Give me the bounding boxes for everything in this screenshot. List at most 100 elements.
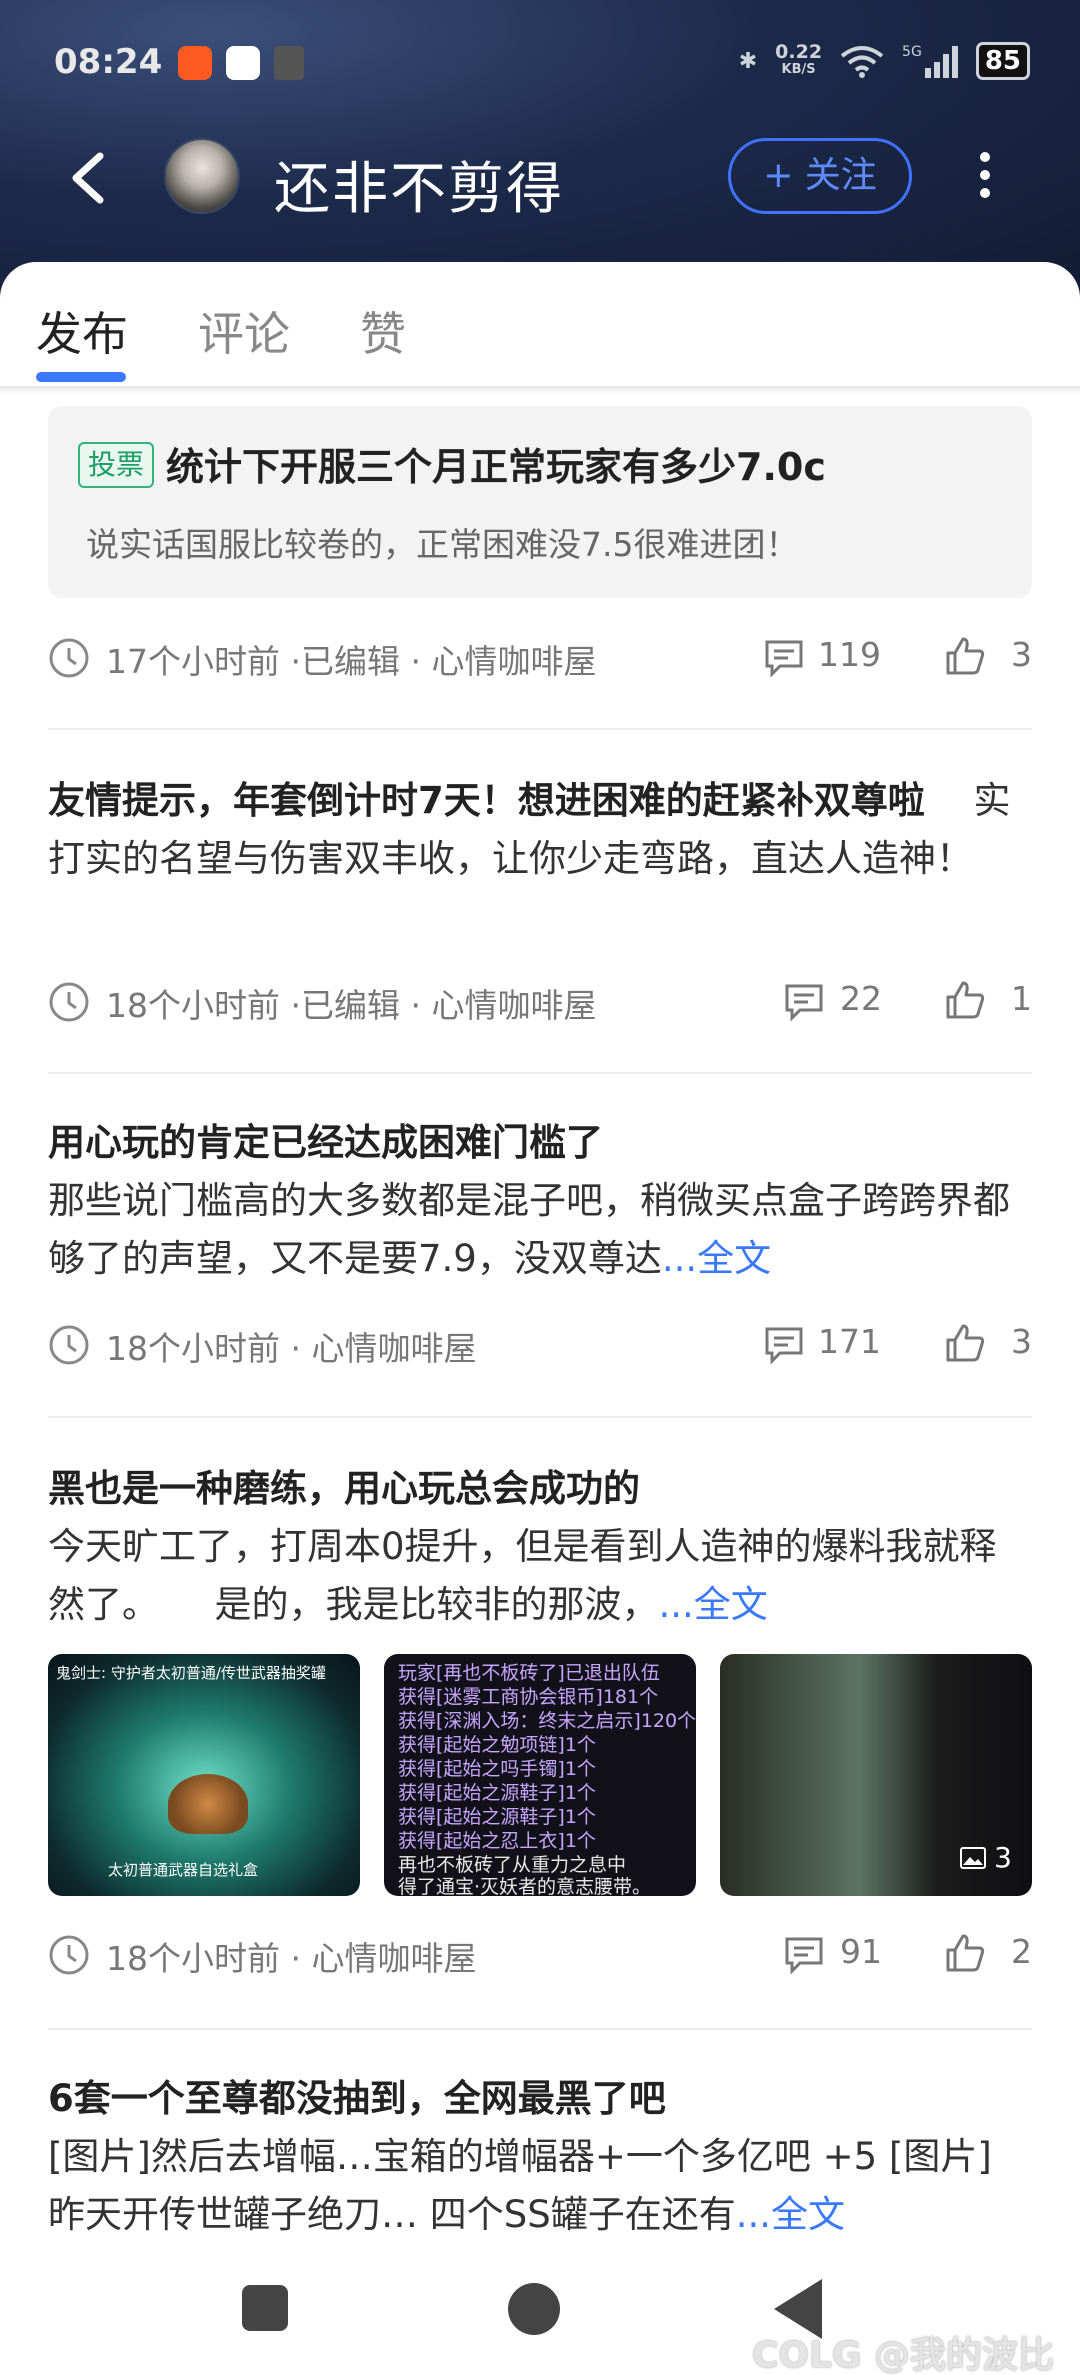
profile-username: 还非不剪得 <box>274 157 564 222</box>
post-time: 18个小时前 · 心情咖啡屋 <box>106 1329 477 1368</box>
post-time: 18个小时前 · 心情咖啡屋 <box>106 1939 477 1978</box>
like-icon[interactable] <box>944 1932 986 1974</box>
comment-icon[interactable] <box>764 639 804 677</box>
status-bar: 08:24 ✱ 0.22 KB/S 5G 85 <box>0 34 1080 94</box>
post-body-wrap: 那些说门槛高的大多数都是混子吧，稍微买点盒子跨跨界都够了的声望，又不是要7.9，… <box>48 1172 1032 1288</box>
vote-post-card[interactable]: 投票 统计下开服三个月正常玩家有多少7.0c 说实话国服比较卷的，正常困难没7.… <box>48 406 1032 598</box>
image-log-line: 得了通宝·灭妖者的意志腰带。 <box>398 1876 652 1896</box>
like-count: 3 <box>1011 1322 1032 1361</box>
comment-icon[interactable] <box>764 1326 804 1364</box>
vote-badge: 投票 <box>78 442 154 488</box>
image-log-line: 获得[深渊入场：终末之启示]120个 <box>398 1710 696 1732</box>
post-image[interactable]: 鬼剑士: 守护者太初普通/传世武器抽奖罐 太初普通武器自选礼盒 <box>48 1654 360 1896</box>
image-log-line: 获得[起始之勉项链]1个 <box>398 1734 596 1756</box>
clock-icon <box>49 982 89 1022</box>
image-log-line: 获得[起始之吗手镯]1个 <box>398 1758 596 1780</box>
post-title: 统计下开服三个月正常玩家有多少7.0c <box>166 445 826 489</box>
more-options-icon[interactable] <box>970 146 1000 206</box>
battery-level: 85 <box>975 42 1030 80</box>
like-count: 2 <box>1011 1932 1032 1971</box>
clock-icon <box>49 638 89 678</box>
status-indicators: ✱ 0.22 KB/S 5G 85 <box>739 42 1030 80</box>
post-time: 17个小时前 ·已编辑 · 心情咖啡屋 <box>106 642 597 681</box>
post-meta: 18个小时前 ·已编辑 · 心情咖啡屋 22 1 <box>48 977 1032 1027</box>
back-arrow-icon[interactable] <box>60 148 120 208</box>
comment-count: 119 <box>818 635 881 674</box>
post-time: 18个小时前 ·已编辑 · 心情咖啡屋 <box>106 986 597 1025</box>
status-time: 08:24 <box>54 42 163 82</box>
post-body-wrap: [图片]然后去增幅…宝箱的增幅器+一个多亿吧 +5 [图片] 昨天开传世罐子绝刀… <box>48 2128 1032 2244</box>
post-card[interactable]: 6套一个至尊都没抽到，全网最黑了吧 [图片]然后去增幅…宝箱的增幅器+一个多亿吧… <box>48 2070 1032 2244</box>
watermark: COLG @我的波比 <box>752 2335 1055 2375</box>
follow-button[interactable]: + 关注 <box>728 138 912 214</box>
image-header-text: 鬼剑士: 守护者太初普通/传世武器抽奖罐 <box>56 1664 326 1682</box>
comment-icon[interactable] <box>784 1936 824 1974</box>
tabs-divider <box>0 386 1080 394</box>
like-count: 3 <box>1011 635 1032 674</box>
active-tab-indicator <box>36 372 126 382</box>
post-card[interactable]: 黑也是一种磨练，用心玩总会成功的 今天旷工了，打周本0提升，但是看到人造神的爆料… <box>48 1460 1032 1634</box>
net-speed-unit: KB/S <box>781 62 816 77</box>
clock-icon <box>49 1935 89 1975</box>
post-title: 友情提示，年套倒计时7天！想进困难的赶紧补双尊啦 <box>48 779 925 822</box>
image-log-line: 玩家[再也不板砖了]已退出队伍 <box>398 1662 660 1684</box>
net-speed-value: 0.22 <box>775 41 823 63</box>
network-speed: 0.22 KB/S <box>775 43 822 79</box>
image-log-line: 获得[起始之忍上衣]1个 <box>398 1830 596 1852</box>
avatar[interactable] <box>164 138 240 214</box>
comment-count: 22 <box>840 979 882 1018</box>
tab-posts[interactable]: 发布 <box>36 298 128 364</box>
profile-tabs: 发布 评论 赞 <box>0 262 1080 392</box>
comment-count: 91 <box>840 1932 882 1971</box>
post-image[interactable]: 玩家[再也不板砖了]已退出队伍 获得[迷雾工商协会银币]181个 获得[深渊入场… <box>384 1654 696 1896</box>
image-log-line: 获得[起始之源鞋子]1个 <box>398 1806 596 1828</box>
post-image[interactable]: 3 <box>720 1654 1032 1896</box>
read-more-link[interactable]: ...全文 <box>736 2193 845 2236</box>
recent-apps-button[interactable] <box>242 2285 288 2331</box>
image-log-line: 获得[起始之源鞋子]1个 <box>398 1782 596 1804</box>
app-notification-icon <box>274 46 304 80</box>
post-card[interactable]: 友情提示，年套倒计时7天！想进困难的赶紧补双尊啦 实打实的名望与伤害双丰收，让你… <box>48 772 1032 888</box>
like-icon[interactable] <box>944 635 986 677</box>
post-title: 6套一个至尊都没抽到，全网最黑了吧 <box>48 2077 666 2120</box>
tab-likes[interactable]: 赞 <box>360 298 406 364</box>
wifi-icon <box>840 46 884 78</box>
like-icon[interactable] <box>944 1322 986 1364</box>
post-body: 说实话国服比较卷的，正常困难没7.5很难进团！ <box>86 525 799 564</box>
image-icon <box>960 1846 987 1869</box>
app-notification-icon <box>178 46 212 80</box>
bluetooth-icon: ✱ <box>738 48 758 74</box>
post-body <box>925 779 974 822</box>
post-body: 今天旷工了，打周本0提升，但是看到人造神的爆料我就释然了。 是的，我是比较非的那… <box>48 1525 997 1626</box>
network-type: 5G <box>902 44 922 60</box>
post-content: 友情提示，年套倒计时7天！想进困难的赶紧补双尊啦 实打实的名望与伤害双丰收，让你… <box>48 772 1032 888</box>
like-count: 1 <box>1011 979 1032 1018</box>
comment-icon[interactable] <box>784 983 824 1021</box>
post-body-wrap: 今天旷工了，打周本0提升，但是看到人造神的爆料我就释然了。 是的，我是比较非的那… <box>48 1518 1032 1634</box>
tab-comments[interactable]: 评论 <box>198 298 290 364</box>
profile-navbar: 还非不剪得 + 关注 <box>0 130 1080 230</box>
post-card[interactable]: 用心玩的肯定已经达成困难门槛了 那些说门槛高的大多数都是混子吧，稍微买点盒子跨跨… <box>48 1114 1032 1288</box>
clock-icon <box>49 1325 89 1365</box>
post-body: [图片]然后去增幅…宝箱的增幅器+一个多亿吧 +5 [图片] 昨天开传世罐子绝刀… <box>48 2135 992 2236</box>
post-body: 那些说门槛高的大多数都是混子吧，稍微买点盒子跨跨界都够了的声望，又不是要7.9，… <box>48 1179 1010 1280</box>
post-divider <box>48 1072 1032 1074</box>
comment-count: 171 <box>818 1322 881 1361</box>
home-button[interactable] <box>508 2283 560 2335</box>
post-meta: 18个小时前 · 心情咖啡屋 171 3 <box>48 1320 1032 1370</box>
like-icon[interactable] <box>944 979 986 1021</box>
post-title: 黑也是一种磨练，用心玩总会成功的 <box>48 1467 640 1510</box>
read-more-link[interactable]: ...全文 <box>662 1237 771 1280</box>
read-more-link[interactable]: ...全文 <box>659 1583 768 1626</box>
image-count-badge: 3 <box>960 1841 1012 1874</box>
post-meta: 17个小时前 ·已编辑 · 心情咖啡屋 119 3 <box>48 633 1032 683</box>
image-caption: 太初普通武器自选礼盒 <box>108 1861 259 1879</box>
post-divider <box>48 1416 1032 1418</box>
signal-icon: 5G <box>902 44 958 78</box>
profile-header: 08:24 ✱ 0.22 KB/S 5G 85 还非不剪得 + 关注 <box>0 0 1080 300</box>
image-count: 3 <box>994 1841 1012 1874</box>
image-log-line: 获得[迷雾工商协会银币]181个 <box>398 1686 659 1708</box>
post-title: 用心玩的肯定已经达成困难门槛了 <box>48 1121 603 1164</box>
image-item <box>168 1774 248 1834</box>
post-meta: 18个小时前 · 心情咖啡屋 91 2 <box>48 1930 1032 1980</box>
